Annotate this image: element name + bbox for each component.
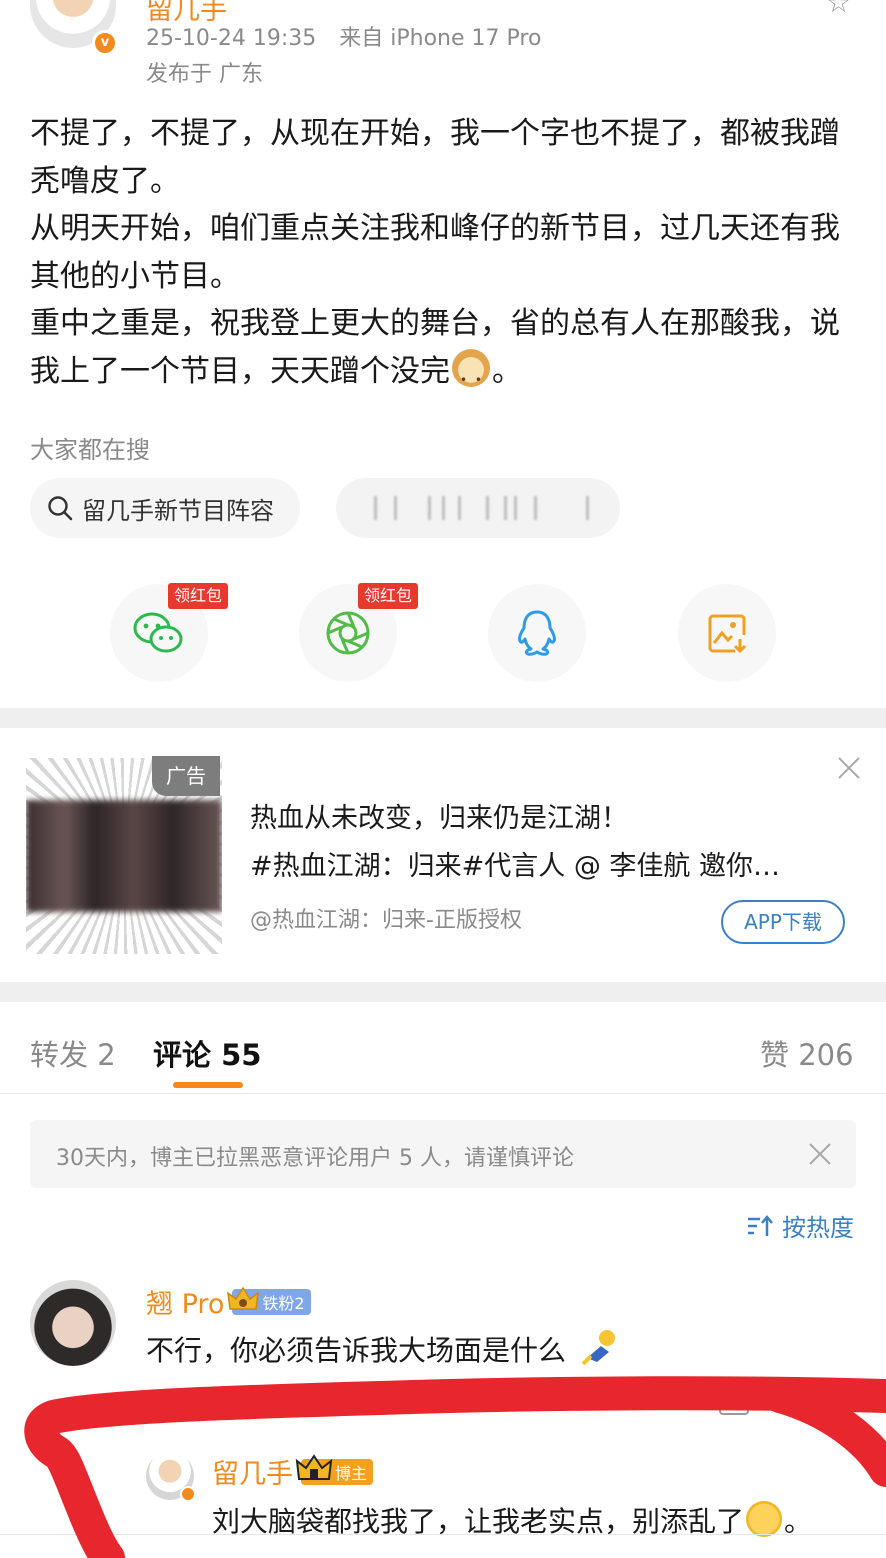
post-region: 发布于 广东 [146, 62, 263, 87]
commenter-name-row: 翘 Pro 铁粉2 [146, 1282, 311, 1321]
fan-badge[interactable]: 铁粉2 [227, 1286, 311, 1315]
tab-comments[interactable]: 评论 55 [153, 1032, 261, 1074]
comment-time: 10-24 19:39 [146, 1394, 275, 1418]
tab-repost-label: 转发 [30, 1038, 89, 1072]
comment-meta: 10-24 19:39 来自福建 [146, 1390, 393, 1420]
share-qq-button[interactable] [488, 584, 586, 682]
crown-icon [227, 1286, 260, 1310]
favorite-icon[interactable]: ☆ [826, 0, 851, 19]
post-line: 重中之重是，祝我登上更大的舞台，省的总有人在那酸我，说我上了一个节目，天天蹭个没… [30, 300, 860, 404]
ad-description[interactable]: #热血江湖：归来#代言人 @ 李佳航 邀你… [250, 844, 830, 883]
verified-icon [180, 1486, 196, 1502]
commenter-avatar[interactable] [30, 1280, 116, 1366]
verified-icon: v [92, 30, 118, 56]
post-header: v 留几手 25-10-24 19:35 来自 iPhone 17 Pro 发布… [0, 0, 886, 100]
tab-repost[interactable]: 转发 2 [30, 1032, 116, 1074]
active-tab-indicator [173, 1082, 243, 1088]
post-content: 不提了，不提了，从现在开始，我一个字也不提了，都被我蹭秃噜皮了。 从明天开始，咱… [30, 110, 860, 404]
post-line-text: 重中之重是，祝我登上更大的舞台，省的总有人在那酸我，说我上了一个节目，天天蹭个没… [30, 306, 840, 389]
post-source: 来自 iPhone 17 Pro [339, 26, 542, 51]
post-time: 25-10-24 19:35 [146, 26, 317, 51]
ad-label: 广告 [152, 756, 220, 796]
dance-emoji-icon [581, 1330, 615, 1366]
doge-emoji-icon [452, 348, 490, 404]
fan-badge-label: 铁粉2 [262, 1293, 305, 1313]
post-line: 从明天开始，咱们重点关注我和峰仔的新节目，过几天还有我其他的小节目。 [30, 211, 840, 294]
red-packet-tag: 领红包 [358, 583, 419, 609]
trending-search-chip-blurred[interactable] [336, 478, 620, 538]
commenter-name[interactable]: 翘 Pro [146, 1282, 224, 1321]
tab-likes-label: 赞 [760, 1038, 790, 1072]
qq-icon [518, 610, 556, 656]
close-icon[interactable] [836, 755, 862, 781]
search-icon [48, 496, 73, 521]
tab-comments-label: 评论 [153, 1038, 212, 1072]
section-divider [0, 708, 886, 728]
trending-search-chip[interactable]: 留几手新节目阵容 [30, 478, 300, 538]
post-meta: 25-10-24 19:35 来自 iPhone 17 Pro [146, 20, 557, 52]
post-line-end: 。 [492, 353, 522, 389]
tab-comments-count: 55 [221, 1038, 262, 1072]
divider [0, 1534, 886, 1535]
comment-text: 不行，你必须告诉我大场面是什么 [146, 1328, 619, 1369]
tab-likes[interactable]: 赞 206 [760, 1032, 854, 1074]
trending-search-label: 留几手新节目阵容 [82, 496, 274, 525]
ad-download-button[interactable]: APP下载 [721, 900, 845, 944]
crown-icon [295, 1453, 333, 1480]
post-line: 不提了，不提了，从现在开始，我一个字也不提了，都被我蹭秃噜皮了。 [30, 116, 840, 199]
ad-card[interactable]: 广告 热血从未改变，归来仍是江湖！ #热血江湖：归来#代言人 @ 李佳航 邀你…… [0, 728, 886, 982]
host-badge-label: 博主 [335, 1463, 368, 1483]
close-icon[interactable] [808, 1142, 832, 1166]
trending-title: 大家都在搜 [30, 436, 150, 464]
wechat-icon [133, 612, 183, 653]
block-notice-text: 30天内，博主已拉黑恶意评论用户 5 人，请谨慎评论 [56, 1146, 574, 1171]
interaction-tabs: 转发 2 评论 55 赞 206 [0, 1002, 886, 1094]
tab-likes-count: 206 [798, 1038, 854, 1072]
comment-like-count[interactable]: 17 [830, 1392, 858, 1417]
ad-title[interactable]: 热血从未改变，归来仍是江湖！ [250, 796, 628, 835]
save-image-button[interactable] [678, 584, 776, 682]
sort-by-hot-button[interactable]: 按热度 [746, 1208, 854, 1243]
comment-location: 来自福建 [294, 1394, 379, 1418]
sort-label: 按热度 [782, 1214, 854, 1242]
ad-source: @热血江湖：归来-正版授权 [250, 908, 522, 933]
section-divider [0, 982, 886, 1002]
share-row: 领红包 领红包 [0, 580, 886, 690]
laugh-cry-emoji-icon [746, 1501, 783, 1537]
save-image-icon [708, 614, 747, 654]
block-notice: 30天内，博主已拉黑恶意评论用户 5 人，请谨慎评论 [30, 1120, 856, 1188]
reply-author-name[interactable]: 留几手 [212, 1452, 293, 1491]
tab-repost-count: 2 [97, 1038, 116, 1072]
sort-icon [748, 1214, 773, 1236]
host-badge: 博主 [295, 1453, 374, 1485]
comment-body: 不行，你必须告诉我大场面是什么 [146, 1334, 567, 1367]
red-packet-tag: 领红包 [168, 583, 229, 609]
moments-icon [326, 611, 370, 655]
reply-name-row: 留几手 博主 [212, 1452, 374, 1491]
